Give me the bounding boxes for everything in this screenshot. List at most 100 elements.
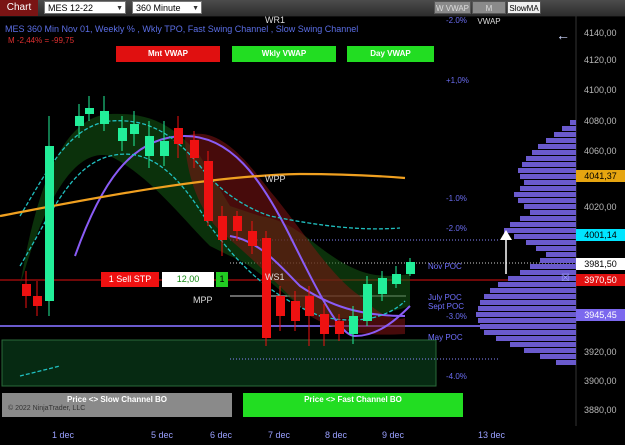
tpo-bar: [524, 348, 576, 353]
candle-body: [85, 108, 94, 114]
m-vwap-toggle[interactable]: M VWAP: [472, 1, 506, 26]
percent-label: -3.0%: [446, 312, 467, 321]
level-label: May POC: [428, 333, 463, 342]
tpo-bar: [540, 258, 576, 263]
candle-body: [335, 321, 344, 334]
candle-body: [248, 231, 257, 246]
stop-order-price-tag: 3970,50: [576, 274, 625, 286]
order-side[interactable]: 1 Sell STP: [101, 272, 159, 287]
interval-label: 360 Minute: [136, 3, 181, 13]
weekly-vwap-button[interactable]: Wkly VWAP: [232, 46, 336, 62]
instrument-label: MES 12-22: [48, 3, 94, 13]
monthly-vwap-button[interactable]: Mnt VWAP: [116, 46, 220, 62]
candle-body: [218, 216, 227, 240]
candle-body: [262, 238, 271, 338]
candle-body: [406, 262, 415, 274]
tpo-bar: [530, 210, 576, 215]
date-tick: 9 dec: [382, 430, 405, 440]
tpo-bar: [514, 192, 576, 197]
price-tick: 4140,00: [584, 28, 617, 38]
tpo-bar: [510, 342, 576, 347]
candle-body: [204, 161, 213, 221]
candle-body: [45, 146, 54, 301]
order-price[interactable]: 12,00: [162, 272, 214, 287]
candle-body: [233, 216, 242, 231]
date-tick: 13 dec: [478, 430, 506, 440]
tpo-bar: [526, 240, 576, 245]
tpo-bar: [524, 180, 576, 185]
tpo-bar: [520, 186, 576, 191]
support-zone: [1, 339, 437, 387]
study-title: MES 360 Min Nov 01, Weekly % , Wkly TPO,…: [5, 24, 359, 34]
candle-body: [160, 141, 169, 156]
tpo-bar: [536, 246, 576, 251]
tpo-bar: [562, 126, 576, 131]
candle-body: [320, 314, 329, 334]
interval-selector[interactable]: 360 Minute ▼: [132, 1, 202, 14]
chart-panel[interactable]: MES 360 Min Nov 01, Weekly % , Wkly TPO,…: [0, 15, 625, 445]
last-price-tag: 3981,50: [576, 258, 625, 270]
percent-label: -1.0%: [446, 194, 467, 203]
price-chart[interactable]: [0, 16, 625, 445]
tpo-bar: [520, 216, 576, 221]
tpo-bar: [530, 264, 576, 269]
percent-label: -4.0%: [446, 372, 467, 381]
tpo-bar: [478, 306, 576, 311]
chevron-down-icon: ▼: [192, 5, 199, 12]
tpo-bar: [554, 132, 576, 137]
mpp-label: MPP: [193, 295, 213, 305]
poc-price-tag: 3945,45: [576, 309, 625, 321]
fast-channel-bo-label: Price <> Fast Channel BO: [304, 395, 402, 404]
tpo-bar: [556, 360, 576, 365]
ws1-label: WS1: [265, 272, 285, 282]
candle-body: [349, 316, 358, 334]
instrument-selector[interactable]: MES 12-22 ▼: [44, 1, 126, 14]
fast-channel-price-tag: 4001,14: [576, 229, 625, 241]
chevron-down-icon: ▼: [116, 5, 123, 12]
copyright: © 2022 NinjaTrader, LLC: [8, 405, 86, 412]
tpo-bar: [524, 204, 576, 209]
candle-body: [174, 128, 183, 144]
price-tick: 3900,00: [584, 376, 617, 386]
tpo-bar: [546, 138, 576, 143]
price-tick: 4080,00: [584, 116, 617, 126]
slow-ma-price-tag: 4041,37: [576, 170, 625, 182]
candle-body: [190, 140, 199, 158]
tpo-bar: [546, 252, 576, 257]
w-vwap-toggle[interactable]: W VWAP: [434, 1, 471, 14]
price-tick: 4060,00: [584, 146, 617, 156]
tpo-bar: [518, 198, 576, 203]
order-quantity[interactable]: 1: [216, 272, 228, 287]
candle-body: [378, 278, 387, 294]
percent-label: -2.0%: [446, 16, 467, 25]
candle-body: [291, 301, 300, 321]
candle-body: [118, 128, 127, 141]
app-label: Chart: [0, 0, 38, 16]
wpp-label: WPP: [265, 174, 286, 184]
candle-body: [276, 296, 285, 316]
percent-label: -2.0%: [446, 224, 467, 233]
candle-body: [392, 274, 401, 284]
price-tick: 4120,00: [584, 55, 617, 65]
candle-body: [305, 296, 314, 316]
level-label: Nov POC: [428, 262, 462, 271]
close-icon[interactable]: ☒: [561, 273, 570, 284]
arrow-left-icon[interactable]: ←: [556, 27, 570, 43]
day-vwap-button[interactable]: Day VWAP: [347, 46, 434, 62]
tpo-bar: [480, 300, 576, 305]
slow-ma-toggle[interactable]: SlowMA: [507, 1, 541, 14]
level-label: Sept POC: [428, 302, 465, 311]
tpo-bar: [518, 168, 576, 173]
title-bar: Chart MES 12-22 ▼ 360 Minute ▼ W VWAP M …: [0, 0, 625, 26]
tpo-bar: [522, 162, 576, 167]
tpo-bar: [538, 144, 576, 149]
candle-body: [33, 296, 42, 306]
tpo-bar: [490, 288, 576, 293]
tpo-bar: [510, 222, 576, 227]
candle-body: [363, 284, 372, 321]
tpo-bar: [484, 294, 576, 299]
price-tick: 4100,00: [584, 85, 617, 95]
fast-channel-bo-button[interactable]: Price <> Fast Channel BO: [243, 393, 463, 417]
tpo-bar: [496, 336, 576, 341]
tpo-bar: [540, 354, 576, 359]
